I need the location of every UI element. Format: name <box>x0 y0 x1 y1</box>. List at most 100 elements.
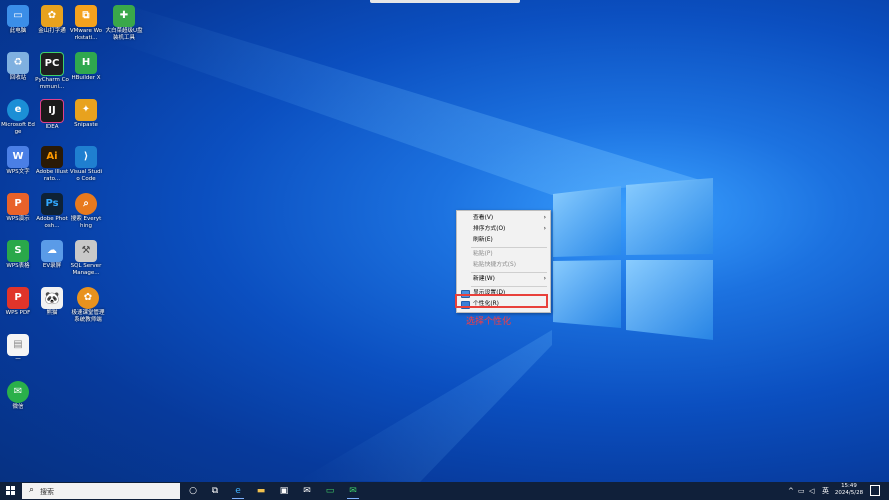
desktop-icon-label: WPS PDF <box>5 310 31 316</box>
desktop-icon-file[interactable]: ▤ 一 <box>1 332 35 378</box>
desktop-icon-panda[interactable]: 🐼 熊猫 <box>35 285 69 331</box>
pycharm-icon: PC <box>40 52 64 76</box>
desktop-icon-wechat[interactable]: ✉ 微信 <box>1 379 35 425</box>
desktop-icon-everything[interactable]: ⌕ 搜索 Everything <box>69 191 103 237</box>
desktop-icon-ev-recorder[interactable]: ☁ EV录屏 <box>35 238 69 284</box>
desktop-icon-label: 微信 <box>12 404 24 410</box>
desktop-icon-label: 此电脑 <box>9 28 27 34</box>
desktop-icon-kingsoft-typing[interactable]: ✿ 金山打字通 <box>35 3 69 49</box>
desktop-icon-label: 回收站 <box>9 75 27 81</box>
desktop-icon-illustrator[interactable]: Ai Adobe Illustrato... <box>35 144 69 190</box>
personalize-highlight-box <box>455 294 548 308</box>
desktop-icon-pycharm[interactable]: PC PyCharm Communi... <box>35 50 69 96</box>
start-button[interactable] <box>0 482 22 500</box>
desktop-icon-wps-presentation[interactable]: P WPS演示 <box>1 191 35 237</box>
desktop-icon-edge[interactable]: e Microsoft Edge <box>1 97 35 143</box>
illustrator-icon: Ai <box>41 146 63 168</box>
desktop-icon-wps-writer[interactable]: W WPS文字 <box>1 144 35 190</box>
computer-icon: ▭ <box>7 5 29 27</box>
desktop-icon-wps-spreadsheet[interactable]: S WPS表格 <box>1 238 35 284</box>
desktop-icon-label: Snipaste <box>74 122 98 128</box>
desktop-icon-label: HBuilder X <box>71 75 101 81</box>
desktop-icon-recycle-bin[interactable]: ♻ 回收站 <box>1 50 35 96</box>
desktop-icon-label: EV录屏 <box>42 263 62 269</box>
windows-wallpaper <box>110 0 713 482</box>
snipaste-icon: ✦ <box>75 99 97 121</box>
network-icon[interactable]: ▭ <box>798 482 805 500</box>
desktop-icon-this-pc[interactable]: ▭ 此电脑 <box>1 3 35 49</box>
desktop-icon-label: WPS文字 <box>6 169 30 175</box>
wps-presentation-icon: P <box>7 193 29 215</box>
edge-icon[interactable]: e <box>229 483 247 499</box>
mail-icon[interactable]: ✉ <box>298 483 316 499</box>
menu-item-label: 查看(V) <box>473 215 494 221</box>
wps-spreadsheet-icon: S <box>7 240 29 262</box>
desktop-icon-sql-server[interactable]: ⚒ SQL Server Manage... <box>69 238 103 284</box>
ime-indicator[interactable]: 英 <box>822 482 829 500</box>
panda-icon: 🐼 <box>41 287 63 309</box>
intellij-idea-icon: IJ <box>40 99 64 123</box>
desktop-icon-label: IDEA <box>45 124 59 130</box>
menu-item-new[interactable]: 新建(W) › <box>457 274 550 284</box>
search-placeholder: 搜索 <box>40 488 54 496</box>
search-icon: ⌕ <box>29 485 35 495</box>
everything-search-icon: ⌕ <box>75 193 97 215</box>
desktop-icon-vmware[interactable]: ⧉ VMware Workstati... <box>69 3 103 49</box>
desktop-icon-area: ▭ 此电脑 ✿ 金山打字通 ⧉ VMware Workstati... ✚ 大白… <box>0 0 143 480</box>
wps-writer-icon: W <box>7 146 29 168</box>
store-icon[interactable]: ▣ <box>275 483 293 499</box>
kingsoft-typing-icon: ✿ <box>41 5 63 27</box>
desktop-icon-label: SQL Server Manage... <box>70 263 102 276</box>
desktop-icon-dabaicai[interactable]: ✚ 大白菜超级U盘装机工具 <box>104 3 144 49</box>
desktop-icon-wps-pdf[interactable]: P WPS PDF <box>1 285 35 331</box>
taskbar-clock[interactable]: 15:49 2024/5/28 <box>832 483 866 497</box>
desktop-icon-label: Adobe Illustrato... <box>35 169 69 182</box>
desktop-icon-label: Adobe Photosh... <box>36 216 68 229</box>
desktop-icon-idea[interactable]: IJ IDEA <box>35 97 69 143</box>
menu-item-sort-by[interactable]: 排序方式(O) › <box>457 224 550 234</box>
submenu-arrow-icon: › <box>543 225 546 232</box>
taskbar: ⌕ 搜索 ○ ⧉ e ▬ ▣ ✉ ▭ ✉ ^ ▭ ◁ 英 15:49 2024/… <box>0 482 889 500</box>
cortana-icon[interactable]: ○ <box>184 483 202 499</box>
file-explorer-icon[interactable]: ▬ <box>252 483 270 499</box>
desktop-icon-snipaste[interactable]: ✦ Snipaste <box>69 97 103 143</box>
desktop-icon-label: 金山打字通 <box>38 28 66 34</box>
desktop-icon-hbuilder[interactable]: H HBuilder X <box>69 50 103 96</box>
desktop-icon-label: PyCharm Communi... <box>35 77 69 90</box>
photoshop-icon: Ps <box>41 193 63 215</box>
task-view-icon[interactable]: ⧉ <box>206 483 224 499</box>
desktop-icon-classroom[interactable]: ✿ 极速课堂管理系统教师端 <box>69 285 107 331</box>
desktop-icon-label: Microsoft Edge <box>1 122 35 135</box>
edge-icon: e <box>7 99 29 121</box>
tray-chevron-icon[interactable]: ^ <box>788 482 794 500</box>
menu-separator <box>471 272 547 273</box>
menu-item-view[interactable]: 查看(V) › <box>457 213 550 223</box>
volume-icon[interactable]: ◁ <box>809 482 814 500</box>
menu-item-label: 排序方式(O) <box>473 226 506 232</box>
menu-item-label: 粘贴(P) <box>473 251 493 257</box>
ev-recorder-icon: ☁ <box>41 240 63 262</box>
wechat-icon[interactable]: ✉ <box>344 483 362 499</box>
menu-item-label: 新建(W) <box>473 276 495 282</box>
clock-time: 15:49 <box>841 483 857 489</box>
desktop-icon-label: 极速课堂管理系统教师端 <box>71 310 105 323</box>
notification-center-icon[interactable] <box>870 485 880 496</box>
desktop-icon-label: VMware Workstati... <box>69 28 103 41</box>
menu-item-paste: 粘贴(P) <box>457 249 550 259</box>
submenu-arrow-icon: › <box>543 275 546 282</box>
taskbar-search-box[interactable]: ⌕ 搜索 <box>22 483 180 499</box>
desktop-icon-label: 搜索 Everything <box>70 216 102 229</box>
desktop-icon-photoshop[interactable]: Ps Adobe Photosh... <box>35 191 69 237</box>
recycle-bin-icon: ♻ <box>7 52 29 74</box>
wechat-icon: ✉ <box>7 381 29 403</box>
menu-item-refresh[interactable]: 刷新(E) <box>457 235 550 245</box>
desktop-icon-label: 一 <box>15 357 21 363</box>
vscode-icon: ⟩ <box>75 146 97 168</box>
desktop-icon-vscode[interactable]: ⟩ Visual Studio Code <box>69 144 103 190</box>
dabaicai-icon: ✚ <box>113 5 135 27</box>
menu-separator <box>471 286 547 287</box>
top-edge-bar <box>370 0 520 3</box>
clock-date: 2024/5/28 <box>834 490 864 496</box>
desktop-icon-label: 熊猫 <box>46 310 58 316</box>
screen-capture-icon[interactable]: ▭ <box>321 483 339 499</box>
